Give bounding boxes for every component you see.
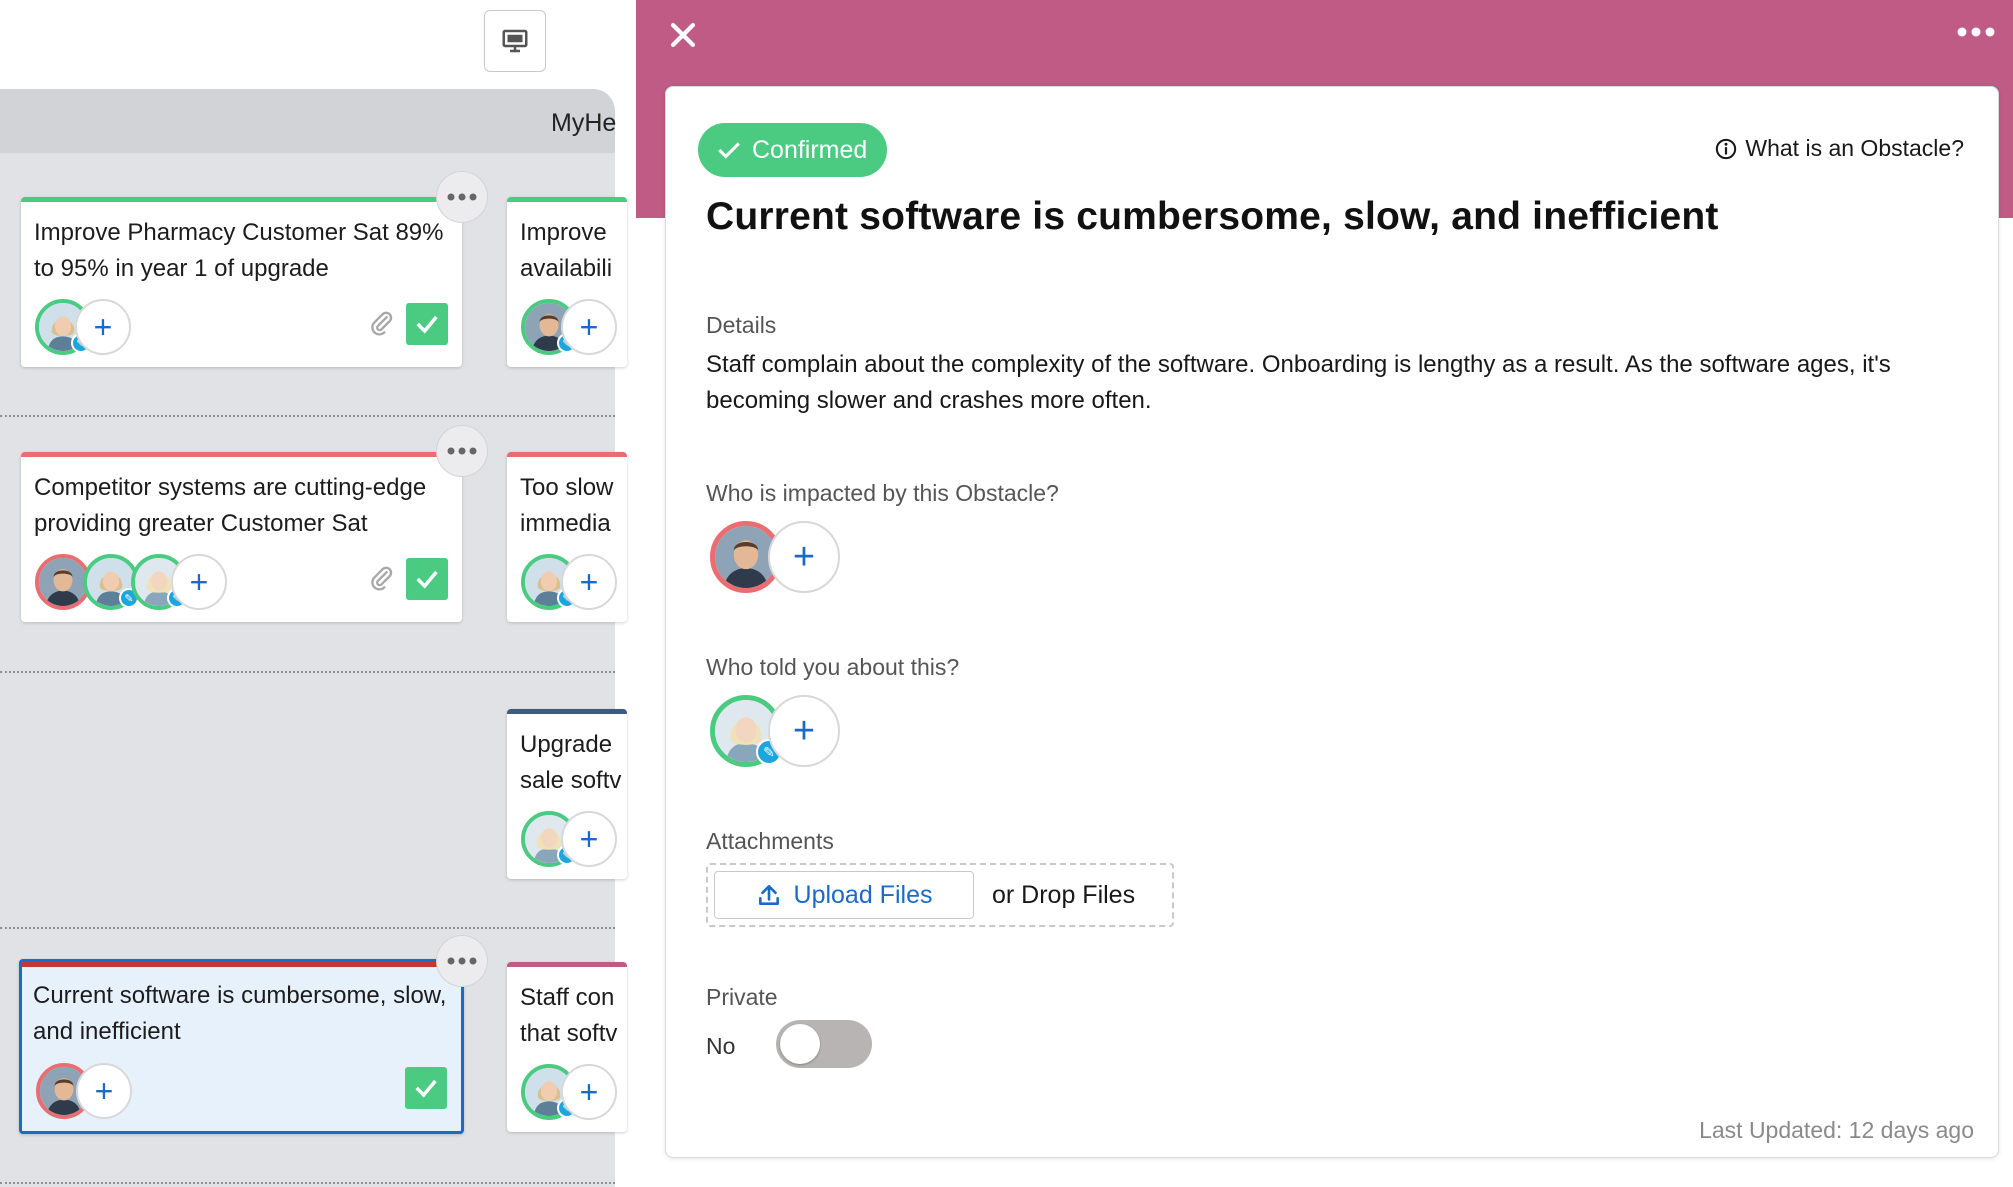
card-color-strip bbox=[22, 962, 461, 967]
card-color-strip bbox=[507, 962, 627, 967]
paperclip-icon[interactable] bbox=[368, 309, 396, 337]
more-horizontal-icon bbox=[447, 193, 477, 201]
confirm-checkbox[interactable] bbox=[405, 1067, 447, 1109]
card-more-button[interactable] bbox=[436, 425, 488, 477]
add-impacted-person-button[interactable]: + bbox=[768, 521, 840, 593]
card-avatars: ✎ + bbox=[521, 299, 627, 355]
card-avatars: ✎ + bbox=[35, 299, 335, 355]
plus-icon: + bbox=[792, 710, 816, 752]
plus-icon: + bbox=[579, 1074, 599, 1110]
impacted-label: Who is impacted by this Obstacle? bbox=[706, 480, 1059, 506]
lane-separator bbox=[0, 671, 615, 673]
board-card[interactable]: Competitor systems are cutting-edge prov… bbox=[21, 452, 462, 622]
lane-separator bbox=[0, 927, 615, 929]
upload-icon bbox=[758, 885, 779, 905]
attachments-label: Attachments bbox=[706, 828, 834, 854]
board-card[interactable]: Staff con that softv ✎ + bbox=[507, 962, 627, 1132]
check-icon bbox=[415, 1079, 437, 1098]
plus-icon: + bbox=[93, 309, 113, 345]
check-icon bbox=[718, 142, 740, 159]
paperclip-icon[interactable] bbox=[368, 564, 396, 592]
confirm-checkbox[interactable] bbox=[406, 303, 448, 345]
details-text[interactable]: Staff complain about the complexity of t… bbox=[706, 347, 1956, 419]
add-person-button[interactable]: + bbox=[561, 554, 617, 610]
card-title: Upgrade sale softv bbox=[520, 731, 622, 794]
obstacle-detail-panel: Confirmed What is an Obstacle? Current s… bbox=[636, 0, 2013, 1187]
check-icon bbox=[416, 570, 438, 589]
board-card-selected[interactable]: Current software is cumbersome, slow, an… bbox=[19, 959, 464, 1134]
card-color-strip bbox=[21, 197, 462, 202]
add-person-button[interactable]: + bbox=[561, 299, 617, 355]
private-value: No bbox=[706, 1033, 736, 1059]
lane-separator bbox=[0, 415, 615, 417]
card-title: Competitor systems are cutting-edge prov… bbox=[34, 474, 427, 537]
drop-files-label: or Drop Files bbox=[992, 881, 1136, 909]
board-area: MyHe Improve Pharmacy Customer Sat 89% t… bbox=[0, 0, 636, 1187]
card-color-strip bbox=[507, 709, 627, 714]
card-avatars: ✎ ✎ + bbox=[35, 554, 335, 610]
card-title: Current software is cumbersome, slow, an… bbox=[33, 982, 447, 1045]
card-color-strip bbox=[507, 197, 627, 202]
help-link[interactable]: What is an Obstacle? bbox=[1715, 135, 1964, 162]
add-person-button[interactable]: + bbox=[75, 299, 131, 355]
told-by-people: ✎ + bbox=[710, 695, 910, 767]
card-more-button[interactable] bbox=[436, 171, 488, 223]
add-person-button[interactable]: + bbox=[76, 1063, 132, 1119]
help-link-label: What is an Obstacle? bbox=[1745, 135, 1964, 161]
card-avatars: + bbox=[36, 1063, 336, 1119]
upload-files-button[interactable]: Upload Files bbox=[714, 871, 974, 919]
plus-icon: + bbox=[579, 309, 599, 345]
status-label: Confirmed bbox=[752, 135, 868, 164]
page-title: Current software is cumbersome, slow, an… bbox=[706, 195, 1719, 238]
last-updated-text: Last Updated: 12 days ago bbox=[1699, 1117, 1974, 1143]
board-card[interactable]: Improve Pharmacy Customer Sat 89% to 95%… bbox=[21, 197, 462, 367]
toggle-knob[interactable] bbox=[780, 1024, 820, 1064]
status-badge[interactable]: Confirmed bbox=[698, 123, 888, 177]
private-toggle[interactable] bbox=[776, 1020, 872, 1068]
plus-icon: + bbox=[792, 536, 816, 578]
card-more-button[interactable] bbox=[436, 935, 488, 987]
more-horizontal-icon[interactable] bbox=[1956, 24, 1996, 40]
check-icon bbox=[416, 315, 438, 334]
board-card[interactable]: Upgrade sale softv ✎ + bbox=[507, 709, 627, 879]
more-horizontal-icon bbox=[447, 447, 477, 455]
card-color-strip bbox=[507, 452, 627, 457]
add-person-button[interactable]: + bbox=[561, 811, 617, 867]
presentation-mode-button[interactable] bbox=[484, 10, 546, 72]
card-avatars: ✎ + bbox=[521, 1064, 627, 1120]
card-title: Staff con that softv bbox=[520, 984, 618, 1047]
board-card[interactable]: Improve availabili ✎ + bbox=[507, 197, 627, 367]
card-title: Improve availabili bbox=[520, 219, 613, 282]
add-person-button[interactable]: + bbox=[561, 1064, 617, 1120]
card-avatars: ✎ + bbox=[521, 554, 627, 610]
private-label: Private bbox=[706, 984, 778, 1010]
card-title: Too slow immedia bbox=[520, 474, 614, 537]
detail-card: Confirmed What is an Obstacle? Current s… bbox=[665, 86, 1999, 1158]
close-icon[interactable] bbox=[666, 18, 700, 52]
board-column-title: MyHe bbox=[551, 109, 617, 137]
add-person-button[interactable]: + bbox=[171, 554, 227, 610]
board-card[interactable]: Too slow immedia ✎ + bbox=[507, 452, 627, 622]
plus-icon: + bbox=[579, 821, 599, 857]
details-label: Details bbox=[706, 312, 777, 338]
upload-files-label: Upload Files bbox=[793, 880, 933, 909]
lane-separator bbox=[0, 1182, 615, 1184]
card-title: Improve Pharmacy Customer Sat 89% to 95%… bbox=[34, 219, 444, 282]
file-drop-zone[interactable]: Upload Files or Drop Files bbox=[706, 863, 1174, 927]
info-icon bbox=[1716, 138, 1737, 159]
told-by-label: Who told you about this? bbox=[706, 654, 960, 680]
confirm-checkbox[interactable] bbox=[406, 558, 448, 600]
plus-icon: + bbox=[94, 1073, 114, 1109]
add-source-person-button[interactable]: + bbox=[768, 695, 840, 767]
plus-icon: + bbox=[579, 564, 599, 600]
more-horizontal-icon bbox=[447, 957, 477, 965]
card-avatars: ✎ + bbox=[521, 811, 627, 867]
card-color-strip bbox=[21, 452, 462, 457]
impacted-people: + bbox=[710, 521, 910, 593]
board-canvas: MyHe Improve Pharmacy Customer Sat 89% t… bbox=[0, 89, 627, 1187]
plus-icon: + bbox=[189, 564, 209, 600]
presentation-icon bbox=[502, 29, 528, 53]
board-column-header: MyHe bbox=[0, 89, 617, 153]
